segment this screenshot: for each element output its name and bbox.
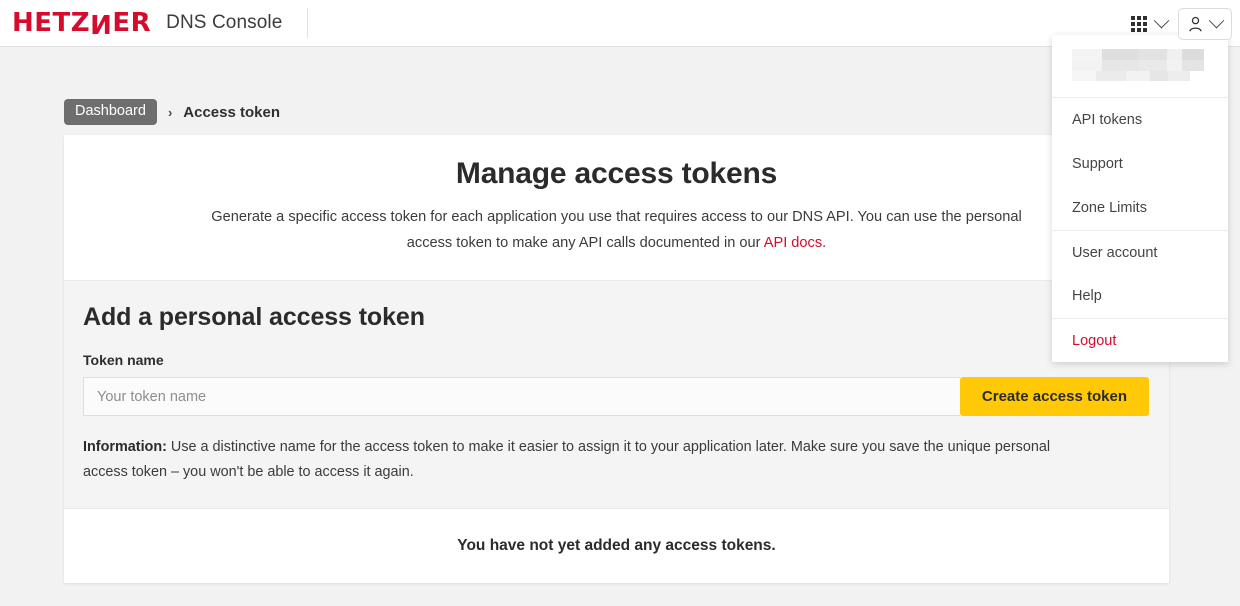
menu-item-user-account[interactable]: User account xyxy=(1052,230,1228,274)
app-title: DNS Console xyxy=(166,12,283,33)
menu-item-logout[interactable]: Logout xyxy=(1052,318,1228,362)
breadcrumb-current-page: Access token xyxy=(183,103,280,121)
logo-text-part2: ER xyxy=(112,8,152,38)
description-text-before-link: Generate a specific access token for eac… xyxy=(211,209,1022,251)
app-header: HETZ N ER DNS Console API tokens Support… xyxy=(0,0,1240,362)
tokens-list-section: You have not yet added any access tokens… xyxy=(64,509,1169,584)
user-dropdown-menu: API tokens Support Zone Limits User acco… xyxy=(1052,35,1228,362)
breadcrumb-separator-icon: › xyxy=(167,104,173,120)
menu-item-zone-limits[interactable]: Zone Limits xyxy=(1052,186,1228,230)
token-name-input[interactable] xyxy=(83,377,960,417)
menu-item-api-tokens[interactable]: API tokens xyxy=(1052,98,1228,142)
user-menu-button[interactable] xyxy=(1178,7,1232,40)
menu-item-label: Zone Limits xyxy=(1072,200,1147,216)
person-icon xyxy=(1189,16,1202,31)
section-title: Add a personal access token xyxy=(83,303,425,332)
card-intro-section: Manage access tokens Generate a specific… xyxy=(64,135,1169,280)
menu-item-support[interactable]: Support xyxy=(1052,142,1228,186)
breadcrumb-dashboard-link[interactable]: Dashboard xyxy=(64,98,157,126)
page-title: Manage access tokens xyxy=(455,157,778,190)
chevron-down-icon xyxy=(1208,12,1225,29)
redacted-account-name xyxy=(1072,49,1208,81)
apps-grid-icon xyxy=(1131,15,1147,32)
token-name-label: Token name xyxy=(83,352,164,369)
token-name-input-row: Create access token xyxy=(83,377,1149,417)
information-body: Use a distinctive name for the access to… xyxy=(83,439,1051,480)
description-text-after-link: . xyxy=(822,234,827,251)
menu-item-help[interactable]: Help xyxy=(1052,274,1228,318)
chevron-down-icon xyxy=(1153,12,1170,29)
card-description: Generate a specific access token for eac… xyxy=(194,205,1039,256)
apps-menu-button[interactable] xyxy=(1124,11,1174,37)
empty-state-message: You have not yet added any access tokens… xyxy=(457,537,776,555)
menu-item-label: Support xyxy=(1072,156,1123,172)
access-tokens-card: Manage access tokens Generate a specific… xyxy=(64,135,1169,584)
menu-item-label: API tokens xyxy=(1072,112,1143,128)
brand-logo-area: HETZ N ER DNS Console xyxy=(0,0,309,46)
create-access-token-button[interactable]: Create access token xyxy=(959,377,1149,417)
dropdown-account-header xyxy=(1052,35,1228,98)
header-divider xyxy=(307,8,309,38)
hetzner-logo[interactable]: HETZ N ER xyxy=(12,8,152,38)
menu-item-label: Logout xyxy=(1072,332,1117,349)
logo-text-part1: HETZ xyxy=(12,8,91,38)
menu-item-label: Help xyxy=(1072,288,1102,304)
header-actions: API tokens Support Zone Limits User acco… xyxy=(1052,0,1232,362)
add-token-section: Add a personal access token Token name C… xyxy=(64,280,1169,510)
api-docs-link[interactable]: API docs xyxy=(764,235,822,251)
logo-text-flipped-n: N xyxy=(90,8,113,38)
menu-item-label: User account xyxy=(1072,244,1158,261)
information-label: Information: xyxy=(83,439,167,456)
information-note: Information: Use a distinctive name for … xyxy=(83,435,1093,484)
